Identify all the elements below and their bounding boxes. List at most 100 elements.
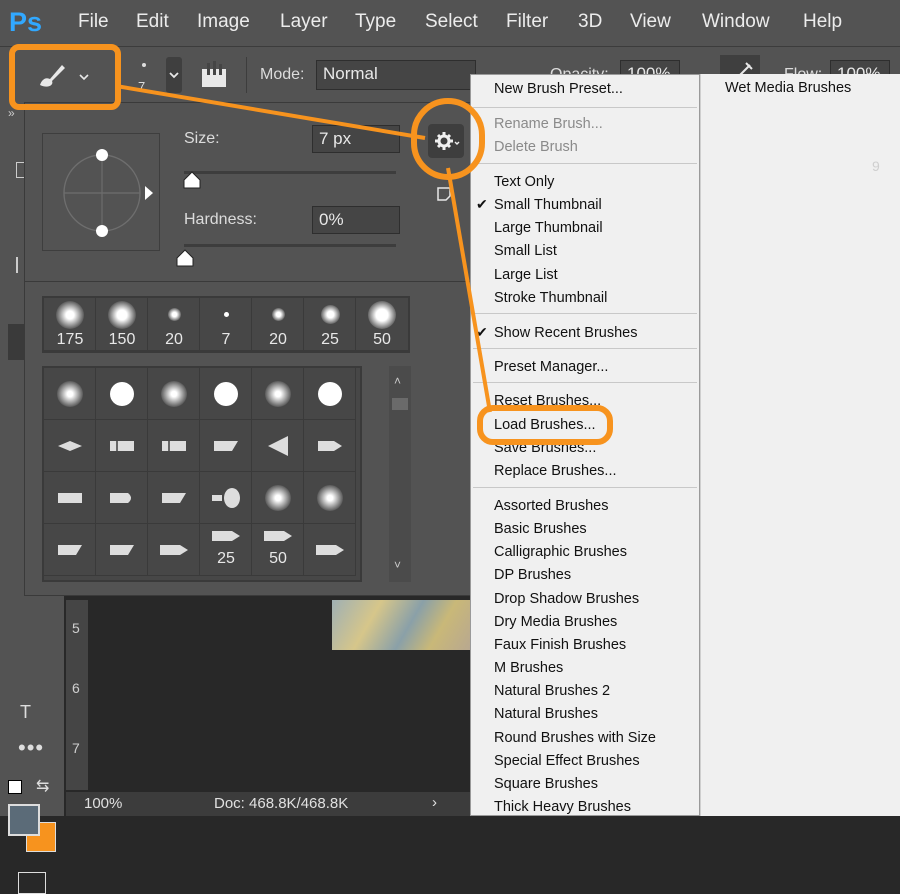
status-arrow-icon[interactable]: › bbox=[432, 794, 437, 811]
menu-file[interactable]: File bbox=[78, 11, 109, 33]
recent-brush[interactable]: 50 bbox=[356, 298, 408, 351]
hardness-field[interactable]: 0% bbox=[312, 206, 400, 234]
menu-item-m-brushes[interactable]: M Brushes bbox=[494, 660, 563, 676]
brush-preset[interactable]: 25 bbox=[200, 524, 252, 576]
menu-item-preset-manager[interactable]: Preset Manager... bbox=[494, 359, 608, 375]
brush-preset[interactable] bbox=[96, 524, 148, 576]
hardness-slider-handle[interactable] bbox=[176, 249, 194, 267]
default-colors-icon[interactable] bbox=[8, 780, 22, 794]
menu-item-large-list[interactable]: Large List bbox=[494, 267, 558, 283]
quick-mask-icon[interactable] bbox=[18, 872, 46, 894]
menu-view[interactable]: View bbox=[630, 11, 671, 33]
brush-preset[interactable] bbox=[148, 368, 200, 420]
menu-image[interactable]: Image bbox=[197, 11, 250, 33]
menu-item-dp-brushes[interactable]: DP Brushes bbox=[494, 567, 571, 583]
checkmark-icon: ✔ bbox=[476, 196, 488, 212]
menu-item-natural-brushes[interactable]: Natural Brushes bbox=[494, 706, 598, 722]
menu-item-show-recent-brushes[interactable]: Show Recent Brushes bbox=[494, 325, 637, 341]
brush-preset[interactable] bbox=[252, 368, 304, 420]
recent-brush[interactable]: 20 bbox=[148, 298, 200, 351]
scroll-up-icon[interactable]: ˄ bbox=[394, 374, 401, 388]
menu-item-text-only[interactable]: Text Only bbox=[494, 174, 554, 190]
brush-preset[interactable] bbox=[44, 368, 96, 420]
brush-tip-icon bbox=[318, 441, 342, 451]
brush-preset[interactable] bbox=[200, 420, 252, 472]
menu-item-drop-shadow-brushes[interactable]: Drop Shadow Brushes bbox=[494, 591, 639, 607]
recent-brush[interactable]: 20 bbox=[252, 298, 304, 351]
menu-item-square-brushes[interactable]: Square Brushes bbox=[494, 776, 598, 792]
brush-picker-dropdown[interactable] bbox=[166, 57, 182, 93]
size-slider-handle[interactable] bbox=[183, 171, 201, 189]
menu-filter[interactable]: Filter bbox=[506, 11, 548, 33]
brush-preset[interactable] bbox=[148, 524, 200, 576]
brush-size-label: 50 bbox=[373, 331, 391, 348]
menu-item-thick-heavy-brushes[interactable]: Thick Heavy Brushes bbox=[494, 799, 631, 815]
menu-item-assorted-brushes[interactable]: Assorted Brushes bbox=[494, 498, 608, 514]
menu-type[interactable]: Type bbox=[355, 11, 396, 33]
soft-brush-icon bbox=[108, 301, 136, 329]
brush-preset[interactable] bbox=[200, 368, 252, 420]
menu-item-faux-finish-brushes[interactable]: Faux Finish Brushes bbox=[494, 637, 626, 653]
menu-item-large-thumbnail[interactable]: Large Thumbnail bbox=[494, 220, 603, 236]
brush-preset[interactable] bbox=[148, 472, 200, 524]
brush-preset[interactable] bbox=[304, 472, 356, 524]
brush-tip-icon bbox=[214, 441, 238, 451]
grid-scrollbar[interactable]: ˄ ˅ bbox=[389, 366, 411, 582]
brush-preset[interactable] bbox=[304, 420, 356, 472]
menu-item-stroke-thumbnail[interactable]: Stroke Thumbnail bbox=[494, 290, 607, 306]
menu-item-basic-brushes[interactable]: Basic Brushes bbox=[494, 521, 587, 537]
brush-preset[interactable] bbox=[304, 524, 356, 576]
menu-item-dry-media-brushes[interactable]: Dry Media Brushes bbox=[494, 614, 617, 630]
brush-preset[interactable] bbox=[44, 472, 96, 524]
menu-item-special-effect-brushes[interactable]: Special Effect Brushes bbox=[494, 753, 640, 769]
menu-select[interactable]: Select bbox=[425, 11, 478, 33]
menu-help[interactable]: Help bbox=[803, 11, 842, 33]
foreground-color-swatch[interactable] bbox=[8, 804, 40, 836]
zoom-level[interactable]: 100% bbox=[84, 795, 122, 812]
text-tool-icon[interactable]: T bbox=[20, 702, 31, 723]
brush-size-preview[interactable]: 7 bbox=[138, 59, 152, 99]
swap-colors-icon[interactable]: ⇆ bbox=[36, 776, 49, 796]
menu-item-replace-brushes[interactable]: Replace Brushes... bbox=[494, 463, 617, 479]
brush-preset[interactable] bbox=[252, 420, 304, 472]
divider bbox=[246, 57, 247, 93]
size-field[interactable]: 7 px bbox=[312, 125, 400, 153]
brush-preset[interactable] bbox=[148, 420, 200, 472]
recent-brush[interactable]: 150 bbox=[96, 298, 148, 351]
hardness-slider-track[interactable] bbox=[184, 244, 396, 247]
menu-3d[interactable]: 3D bbox=[578, 11, 602, 33]
brush-preset[interactable] bbox=[200, 472, 252, 524]
recent-brush[interactable]: 7 bbox=[200, 298, 252, 351]
brush-angle-preview[interactable] bbox=[42, 133, 160, 251]
toggle-brush-panel-button[interactable] bbox=[198, 59, 230, 91]
scroll-thumb[interactable] bbox=[392, 398, 408, 410]
gear-highlight bbox=[411, 98, 485, 180]
new-preset-icon[interactable] bbox=[435, 185, 453, 203]
brush-preset[interactable] bbox=[252, 472, 304, 524]
menu-layer[interactable]: Layer bbox=[280, 11, 328, 33]
menu-item-wet-media-brushes[interactable]: Wet Media Brushes bbox=[725, 80, 851, 96]
mode-select[interactable]: Normal bbox=[316, 60, 476, 90]
brush-preset[interactable] bbox=[96, 472, 148, 524]
brush-preset[interactable] bbox=[44, 420, 96, 472]
size-slider-track[interactable] bbox=[184, 171, 396, 174]
menu-item-round-brushes-with-size[interactable]: Round Brushes with Size bbox=[494, 730, 656, 746]
menu-item-natural-brushes-2[interactable]: Natural Brushes 2 bbox=[494, 683, 610, 699]
more-tools-icon[interactable]: ••• bbox=[18, 735, 44, 761]
recent-brush[interactable]: 25 bbox=[304, 298, 356, 351]
brush-preset[interactable] bbox=[96, 368, 148, 420]
brush-preset[interactable] bbox=[96, 420, 148, 472]
brush-preset[interactable] bbox=[304, 368, 356, 420]
menu-edit[interactable]: Edit bbox=[136, 11, 169, 33]
brush-preset[interactable]: 50 bbox=[252, 524, 304, 576]
menu-item-small-thumbnail[interactable]: Small Thumbnail bbox=[494, 197, 602, 213]
brush-tool-icon[interactable] bbox=[8, 324, 24, 360]
menu-item-small-list[interactable]: Small List bbox=[494, 243, 557, 259]
recent-brush[interactable]: 175 bbox=[44, 298, 96, 351]
menu-window[interactable]: Window bbox=[702, 11, 770, 33]
menu-item-calligraphic-brushes[interactable]: Calligraphic Brushes bbox=[494, 544, 627, 560]
brush-preset[interactable] bbox=[44, 524, 96, 576]
menu-item-new-brush-preset[interactable]: New Brush Preset... bbox=[494, 81, 623, 97]
scroll-down-icon[interactable]: ˅ bbox=[394, 558, 401, 572]
hard-round-brush-icon bbox=[318, 382, 342, 406]
